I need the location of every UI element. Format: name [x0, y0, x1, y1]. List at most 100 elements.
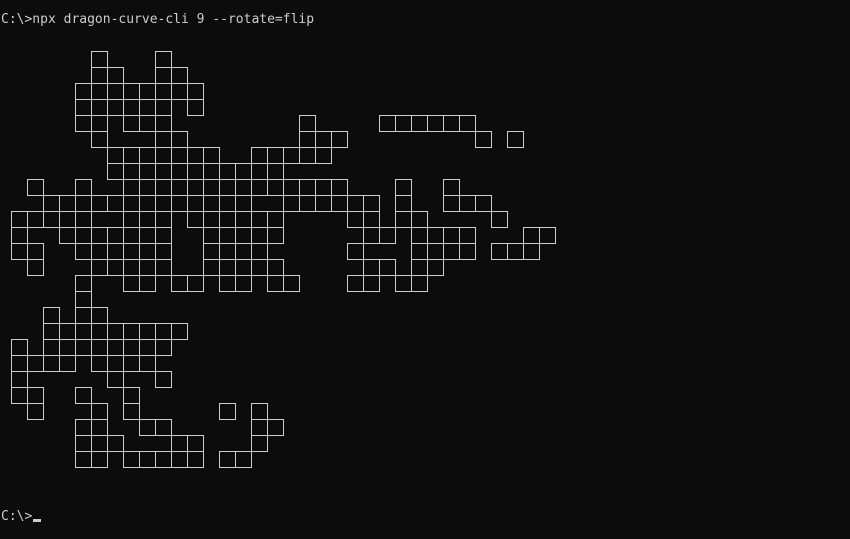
curve-cell [203, 147, 220, 164]
curve-cell [75, 99, 92, 116]
curve-cell [91, 99, 108, 116]
curve-cell [91, 435, 108, 452]
curve-cell [427, 259, 444, 276]
curve-cell [235, 211, 252, 228]
curve-cell [139, 179, 156, 196]
curve-cell [155, 339, 172, 356]
curve-cell [443, 179, 460, 196]
curve-cell [411, 259, 428, 276]
curve-cell [59, 227, 76, 244]
terminal-window[interactable]: C:\>npx dragon-curve-cli 9 --rotate=flip… [0, 0, 850, 539]
curve-cell [331, 131, 348, 148]
curve-cell [91, 323, 108, 340]
curve-cell [251, 163, 268, 180]
curve-cell [267, 227, 284, 244]
curve-cell [203, 211, 220, 228]
curve-cell [235, 227, 252, 244]
curve-cell [267, 259, 284, 276]
curve-cell [315, 147, 332, 164]
curve-cell [75, 291, 92, 308]
curve-cell [283, 195, 300, 212]
curve-cell [107, 163, 124, 180]
curve-cell [27, 211, 44, 228]
curve-cell [411, 115, 428, 132]
curve-cell [203, 227, 220, 244]
curve-cell [219, 243, 236, 260]
curve-cell [363, 259, 380, 276]
curve-cell [43, 195, 60, 212]
curve-cell [91, 131, 108, 148]
curve-cell [107, 323, 124, 340]
curve-cell [123, 227, 140, 244]
curve-cell [123, 451, 140, 468]
curve-cell [155, 243, 172, 260]
curve-cell [347, 243, 364, 260]
curve-cell [27, 355, 44, 372]
curve-cell [75, 243, 92, 260]
curve-cell [75, 451, 92, 468]
curve-cell [75, 179, 92, 196]
curve-cell [155, 51, 172, 68]
curve-cell [155, 67, 172, 84]
curve-cell [219, 227, 236, 244]
prompt-line[interactable]: C:\> [1, 509, 42, 525]
curve-cell [75, 83, 92, 100]
curve-cell [43, 323, 60, 340]
curve-cell [251, 147, 268, 164]
prompt-text: C:\> [1, 509, 33, 524]
curve-cell [91, 419, 108, 436]
curve-cell [91, 339, 108, 356]
curve-cell [59, 339, 76, 356]
curve-cell [139, 355, 156, 372]
curve-cell [75, 227, 92, 244]
curve-cell [139, 147, 156, 164]
curve-cell [91, 195, 108, 212]
curve-cell [395, 115, 412, 132]
dragon-curve-drawing [11, 51, 556, 468]
curve-cell [75, 387, 92, 404]
curve-cell [507, 243, 524, 260]
curve-cell [155, 259, 172, 276]
curve-cell [155, 195, 172, 212]
curve-cell [171, 131, 188, 148]
curve-cell [27, 387, 44, 404]
curve-cell [139, 99, 156, 116]
curve-cell [91, 243, 108, 260]
text-cursor [33, 519, 42, 522]
curve-cell [491, 243, 508, 260]
curve-cell [427, 115, 444, 132]
curve-cell [443, 227, 460, 244]
curve-cell [75, 115, 92, 132]
curve-cell [139, 115, 156, 132]
curve-cell [171, 179, 188, 196]
curve-cell [123, 179, 140, 196]
curve-cell [219, 275, 236, 292]
curve-cell [123, 259, 140, 276]
curve-cell [267, 419, 284, 436]
curve-cell [187, 83, 204, 100]
curve-cell [27, 179, 44, 196]
curve-cell [171, 163, 188, 180]
curve-cell [123, 211, 140, 228]
curve-cell [155, 211, 172, 228]
curve-cell [443, 115, 460, 132]
curve-cell [91, 355, 108, 372]
curve-cell [331, 179, 348, 196]
curve-cell [155, 227, 172, 244]
curve-cell [123, 403, 140, 420]
curve-cell [235, 451, 252, 468]
curve-cell [107, 195, 124, 212]
curve-cell [91, 227, 108, 244]
curve-cell [75, 435, 92, 452]
curve-cell [155, 99, 172, 116]
curve-cell [203, 179, 220, 196]
curve-cell [123, 323, 140, 340]
curve-cell [59, 355, 76, 372]
curve-cell [107, 371, 124, 388]
curve-cell [395, 275, 412, 292]
curve-cell [11, 339, 28, 356]
curve-cell [395, 195, 412, 212]
curve-cell [187, 211, 204, 228]
curve-cell [267, 179, 284, 196]
curve-cell [171, 323, 188, 340]
